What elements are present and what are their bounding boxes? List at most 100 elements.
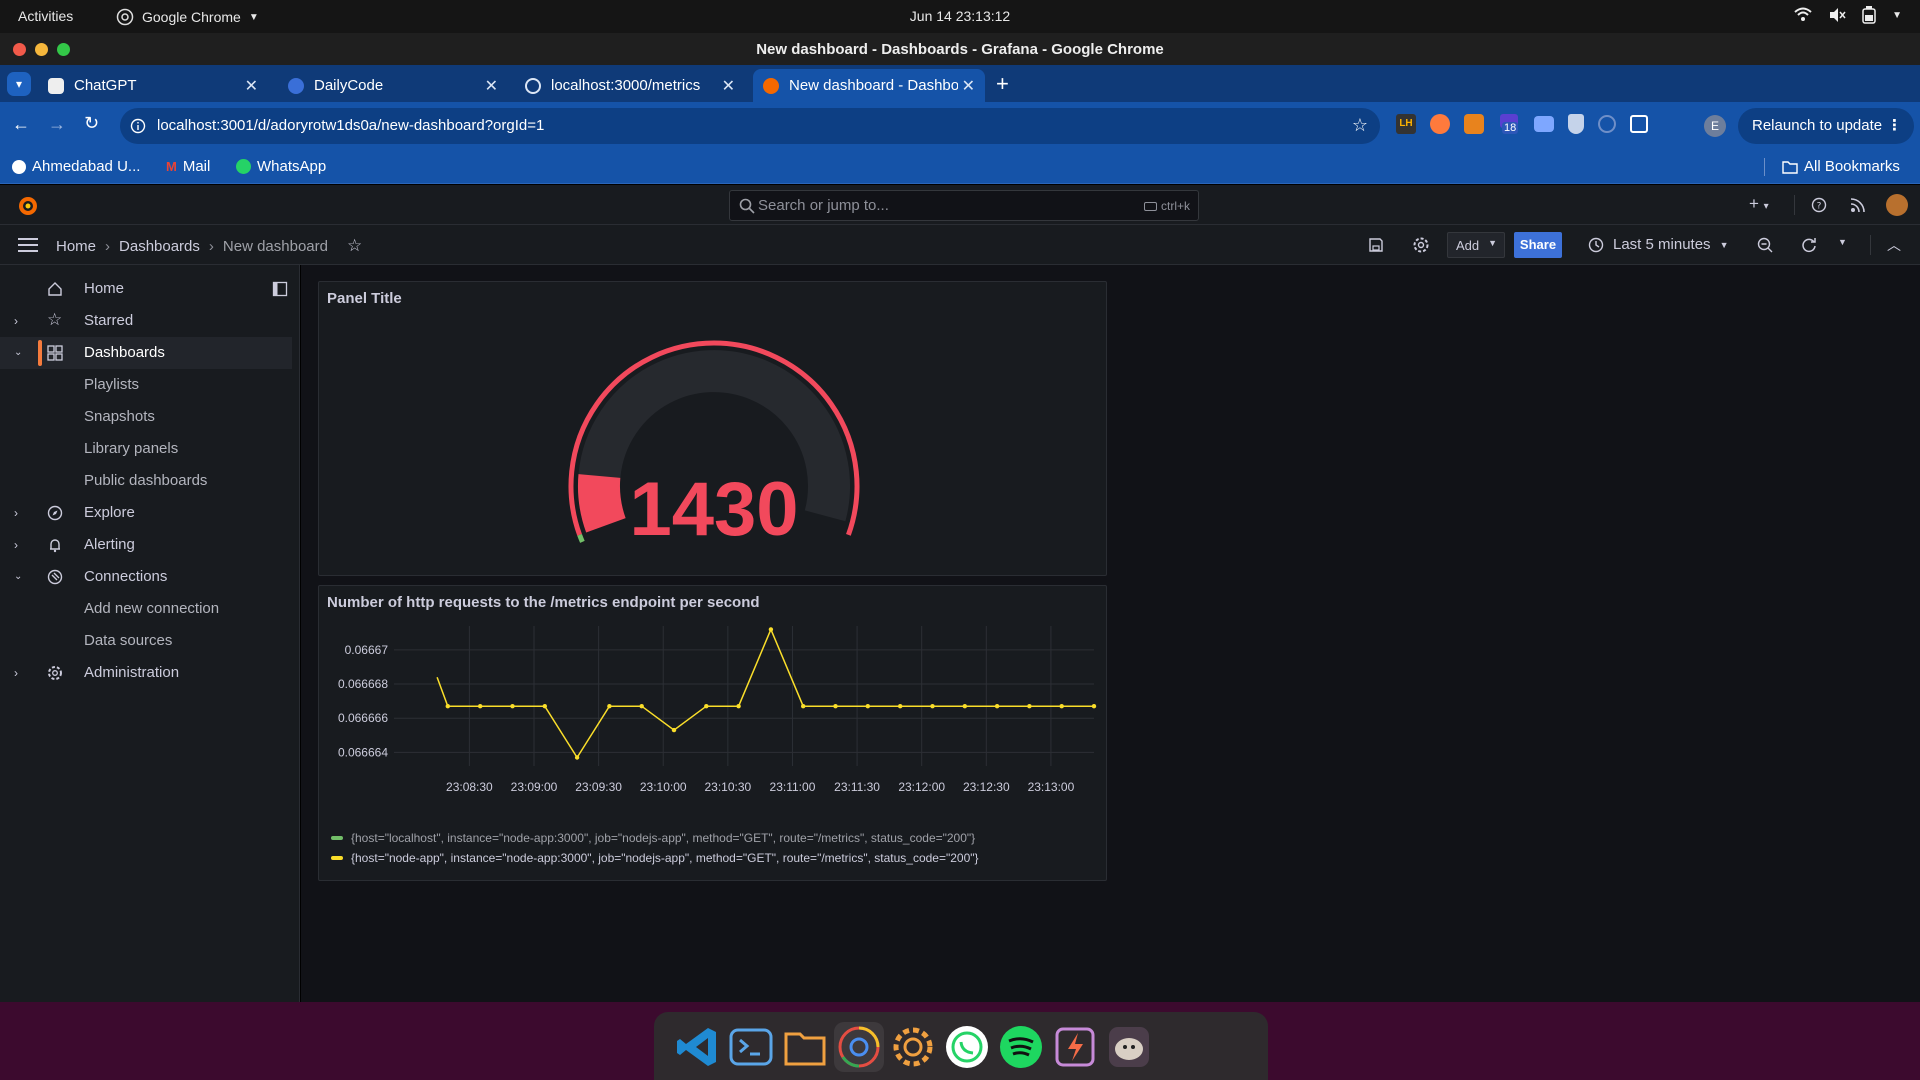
- postman-icon[interactable]: [1050, 1022, 1100, 1072]
- back-button[interactable]: ←: [12, 114, 30, 135]
- chevron-right-icon: ›: [208, 237, 214, 255]
- dbeaver-icon[interactable]: [1104, 1022, 1154, 1072]
- breadcrumb-home[interactable]: Home: [56, 238, 96, 255]
- all-bookmarks-button[interactable]: All Bookmarks: [1782, 158, 1900, 175]
- bookmark-mail[interactable]: M Mail: [166, 158, 210, 175]
- chevron-down-icon[interactable]: ⌄: [14, 571, 22, 582]
- nav-item-connections[interactable]: ⌄ Connections: [0, 561, 292, 593]
- star-icon[interactable]: ☆: [347, 236, 362, 256]
- refresh-interval-button[interactable]: ▼: [1838, 237, 1847, 247]
- chevron-right-icon[interactable]: ›: [14, 314, 18, 328]
- nav-item-explore[interactable]: › Explore: [0, 497, 292, 529]
- shield-icon[interactable]: [1568, 114, 1584, 134]
- profile-avatar[interactable]: E: [1704, 115, 1726, 137]
- nav-label: Add new connection: [84, 600, 220, 617]
- legend-item[interactable]: {host="localhost", instance="node-app:30…: [331, 831, 979, 845]
- tab-grafana[interactable]: New dashboard - Dashbo ✕: [753, 69, 985, 102]
- data-point: [1027, 704, 1032, 709]
- collapse-header-button[interactable]: ︿: [1887, 235, 1901, 255]
- close-tab-icon[interactable]: ✕: [485, 76, 498, 96]
- help-icon[interactable]: ?: [1811, 197, 1827, 213]
- settings-icon[interactable]: [888, 1022, 938, 1072]
- site-info-icon[interactable]: [130, 118, 146, 134]
- nav-item-alerting[interactable]: › Alerting: [0, 529, 292, 561]
- search-placeholder: Search or jump to...: [758, 197, 889, 214]
- gauge-panel[interactable]: Panel Title 1430: [318, 281, 1107, 576]
- x-tick-label: 23:11:30: [834, 780, 880, 794]
- new-tab-button[interactable]: +: [996, 71, 1009, 97]
- extensions-area: LH 18: [1396, 114, 1648, 134]
- metamask-icon[interactable]: [1464, 114, 1484, 134]
- nav-label: Dashboards: [84, 344, 165, 361]
- time-picker-button[interactable]: Last 5 minutes ▼: [1588, 236, 1728, 253]
- close-tab-icon[interactable]: ✕: [245, 76, 258, 96]
- grafana-logo-icon[interactable]: [16, 194, 40, 218]
- y-tick-label: 0.06667: [345, 643, 389, 657]
- nav-item-starred[interactable]: › ☆ Starred: [0, 305, 292, 337]
- extension-badge-icon[interactable]: 18: [1498, 114, 1520, 134]
- add-button[interactable]: Add ▼: [1447, 232, 1505, 258]
- battery-icon: [1862, 6, 1876, 24]
- chrome-icon[interactable]: [834, 1022, 884, 1072]
- relaunch-button[interactable]: Relaunch to update ⋮: [1738, 108, 1914, 144]
- gear-icon[interactable]: [1412, 236, 1430, 254]
- system-tray[interactable]: ▼: [1794, 6, 1902, 24]
- nav-item-add-new-connection[interactable]: Add new connection: [0, 593, 292, 625]
- close-tab-icon[interactable]: ✕: [722, 76, 735, 96]
- save-icon[interactable]: [1368, 237, 1384, 253]
- tab-chatgpt[interactable]: ChatGPT ✕: [38, 69, 268, 102]
- chevron-right-icon[interactable]: ›: [14, 538, 18, 552]
- breadcrumb-dashboards[interactable]: Dashboards: [119, 238, 200, 255]
- nav-label: Public dashboards: [84, 472, 208, 489]
- dock-menu-icon[interactable]: [272, 281, 288, 297]
- news-rss-icon[interactable]: [1850, 197, 1866, 213]
- nav-item-home[interactable]: Home: [0, 273, 292, 305]
- puzzle-icon[interactable]: [1630, 115, 1648, 133]
- gear-icon: [48, 666, 62, 680]
- menu-icon[interactable]: [18, 238, 38, 252]
- new-menu-button[interactable]: + ▾: [1749, 194, 1769, 214]
- forward-button[interactable]: →: [48, 114, 66, 135]
- extension-icon[interactable]: [1598, 115, 1616, 133]
- zoom-out-icon[interactable]: [1757, 237, 1773, 253]
- nav-item-playlists[interactable]: Playlists: [0, 369, 292, 401]
- tab-dailycode[interactable]: DailyCode ✕: [278, 69, 508, 102]
- close-tab-icon[interactable]: ✕: [957, 76, 975, 96]
- nav-item-library-panels[interactable]: Library panels: [0, 433, 292, 465]
- chevron-right-icon[interactable]: ›: [14, 506, 18, 520]
- bookmark-star-icon[interactable]: ☆: [1352, 115, 1368, 136]
- nav-item-dashboards[interactable]: ⌄ Dashboards: [0, 337, 292, 369]
- vscode-icon[interactable]: [672, 1022, 722, 1072]
- y-tick-label: 0.066666: [338, 711, 388, 725]
- extension-icon[interactable]: [1430, 114, 1450, 134]
- search-input[interactable]: Search or jump to... ctrl+k: [729, 190, 1199, 221]
- reload-button[interactable]: ↻: [84, 113, 99, 134]
- files-icon[interactable]: [780, 1022, 830, 1072]
- chevron-right-icon[interactable]: ›: [14, 666, 18, 680]
- user-avatar[interactable]: [1886, 194, 1908, 216]
- address-bar[interactable]: localhost:3001/d/adoryrotw1ds0a/new-dash…: [120, 108, 1380, 144]
- whatsapp-icon[interactable]: [942, 1022, 992, 1072]
- nav-item-administration[interactable]: › Administration: [0, 657, 292, 689]
- legend-item[interactable]: {host="node-app", instance="node-app:300…: [331, 851, 979, 865]
- terminal-icon[interactable]: [726, 1022, 776, 1072]
- extension-icon[interactable]: [1534, 116, 1554, 132]
- window-title: New dashboard - Dashboards - Grafana - G…: [756, 41, 1164, 58]
- share-button[interactable]: Share: [1514, 232, 1562, 258]
- nav-item-data-sources[interactable]: Data sources: [0, 625, 292, 657]
- tab-metrics[interactable]: localhost:3000/metrics ✕: [515, 69, 745, 102]
- bookmark-ahmedabad[interactable]: Ahmedabad U...: [12, 158, 140, 175]
- clock[interactable]: Jun 14 23:13:12: [0, 8, 1920, 24]
- chevron-down-icon[interactable]: ⌄: [14, 347, 22, 358]
- nav-item-snapshots[interactable]: Snapshots: [0, 401, 292, 433]
- refresh-icon[interactable]: [1801, 237, 1817, 253]
- spotify-icon[interactable]: [996, 1022, 1046, 1072]
- nav-item-public-dashboards[interactable]: Public dashboards: [0, 465, 292, 497]
- tab-search-button[interactable]: ▾: [7, 72, 31, 96]
- timeseries-panel[interactable]: Number of http requests to the /metrics …: [318, 585, 1107, 881]
- chevron-down-icon: ▼: [1719, 239, 1729, 250]
- tab-label: ChatGPT: [74, 77, 137, 94]
- lighthouse-extension-icon[interactable]: LH: [1396, 114, 1416, 134]
- bookmark-whatsapp[interactable]: WhatsApp: [236, 158, 326, 175]
- extension-badge: 18: [1502, 122, 1519, 134]
